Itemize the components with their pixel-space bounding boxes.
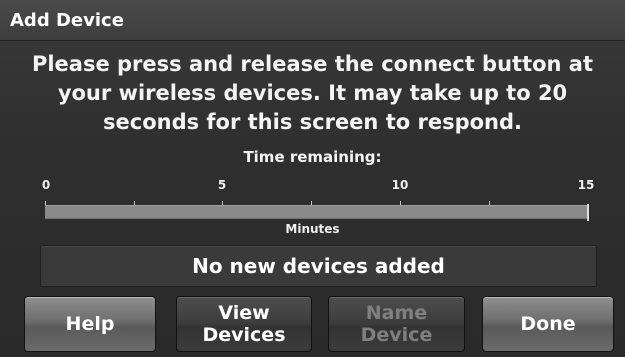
minutes-axis-label: Minutes: [285, 222, 340, 236]
track-tick: [45, 201, 46, 205]
time-remaining-label: Time remaining:: [243, 148, 382, 166]
instruction-text: Please press and release the connect but…: [31, 52, 594, 134]
thermostat-screen: Add Device Please press and release the …: [0, 0, 625, 357]
view-devices-button[interactable]: View Devices: [176, 296, 312, 352]
progress-end-marker: [587, 204, 589, 221]
name-device-button[interactable]: Name Device: [328, 296, 465, 352]
tick-label-15: 15: [577, 178, 595, 192]
track-tick: [134, 201, 135, 205]
track-tick: [489, 201, 490, 205]
tick-label-0: 0: [41, 178, 51, 192]
track-tick: [311, 201, 312, 205]
title-bar: Add Device: [0, 0, 625, 41]
track-tick: [222, 201, 223, 205]
time-progress-bar: [45, 201, 589, 221]
view-devices-button-label: View Devices: [202, 302, 286, 346]
page-title: Add Device: [10, 10, 124, 31]
tick-label-10: 10: [391, 178, 409, 192]
help-button[interactable]: Help: [24, 296, 156, 352]
status-message: No new devices added: [40, 245, 597, 287]
done-button[interactable]: Done: [482, 296, 614, 352]
name-device-button-label: Name Device: [360, 302, 433, 346]
track-tick: [400, 201, 401, 205]
done-button-label: Done: [520, 313, 576, 335]
help-button-label: Help: [65, 313, 115, 335]
tick-label-5: 5: [217, 178, 227, 192]
